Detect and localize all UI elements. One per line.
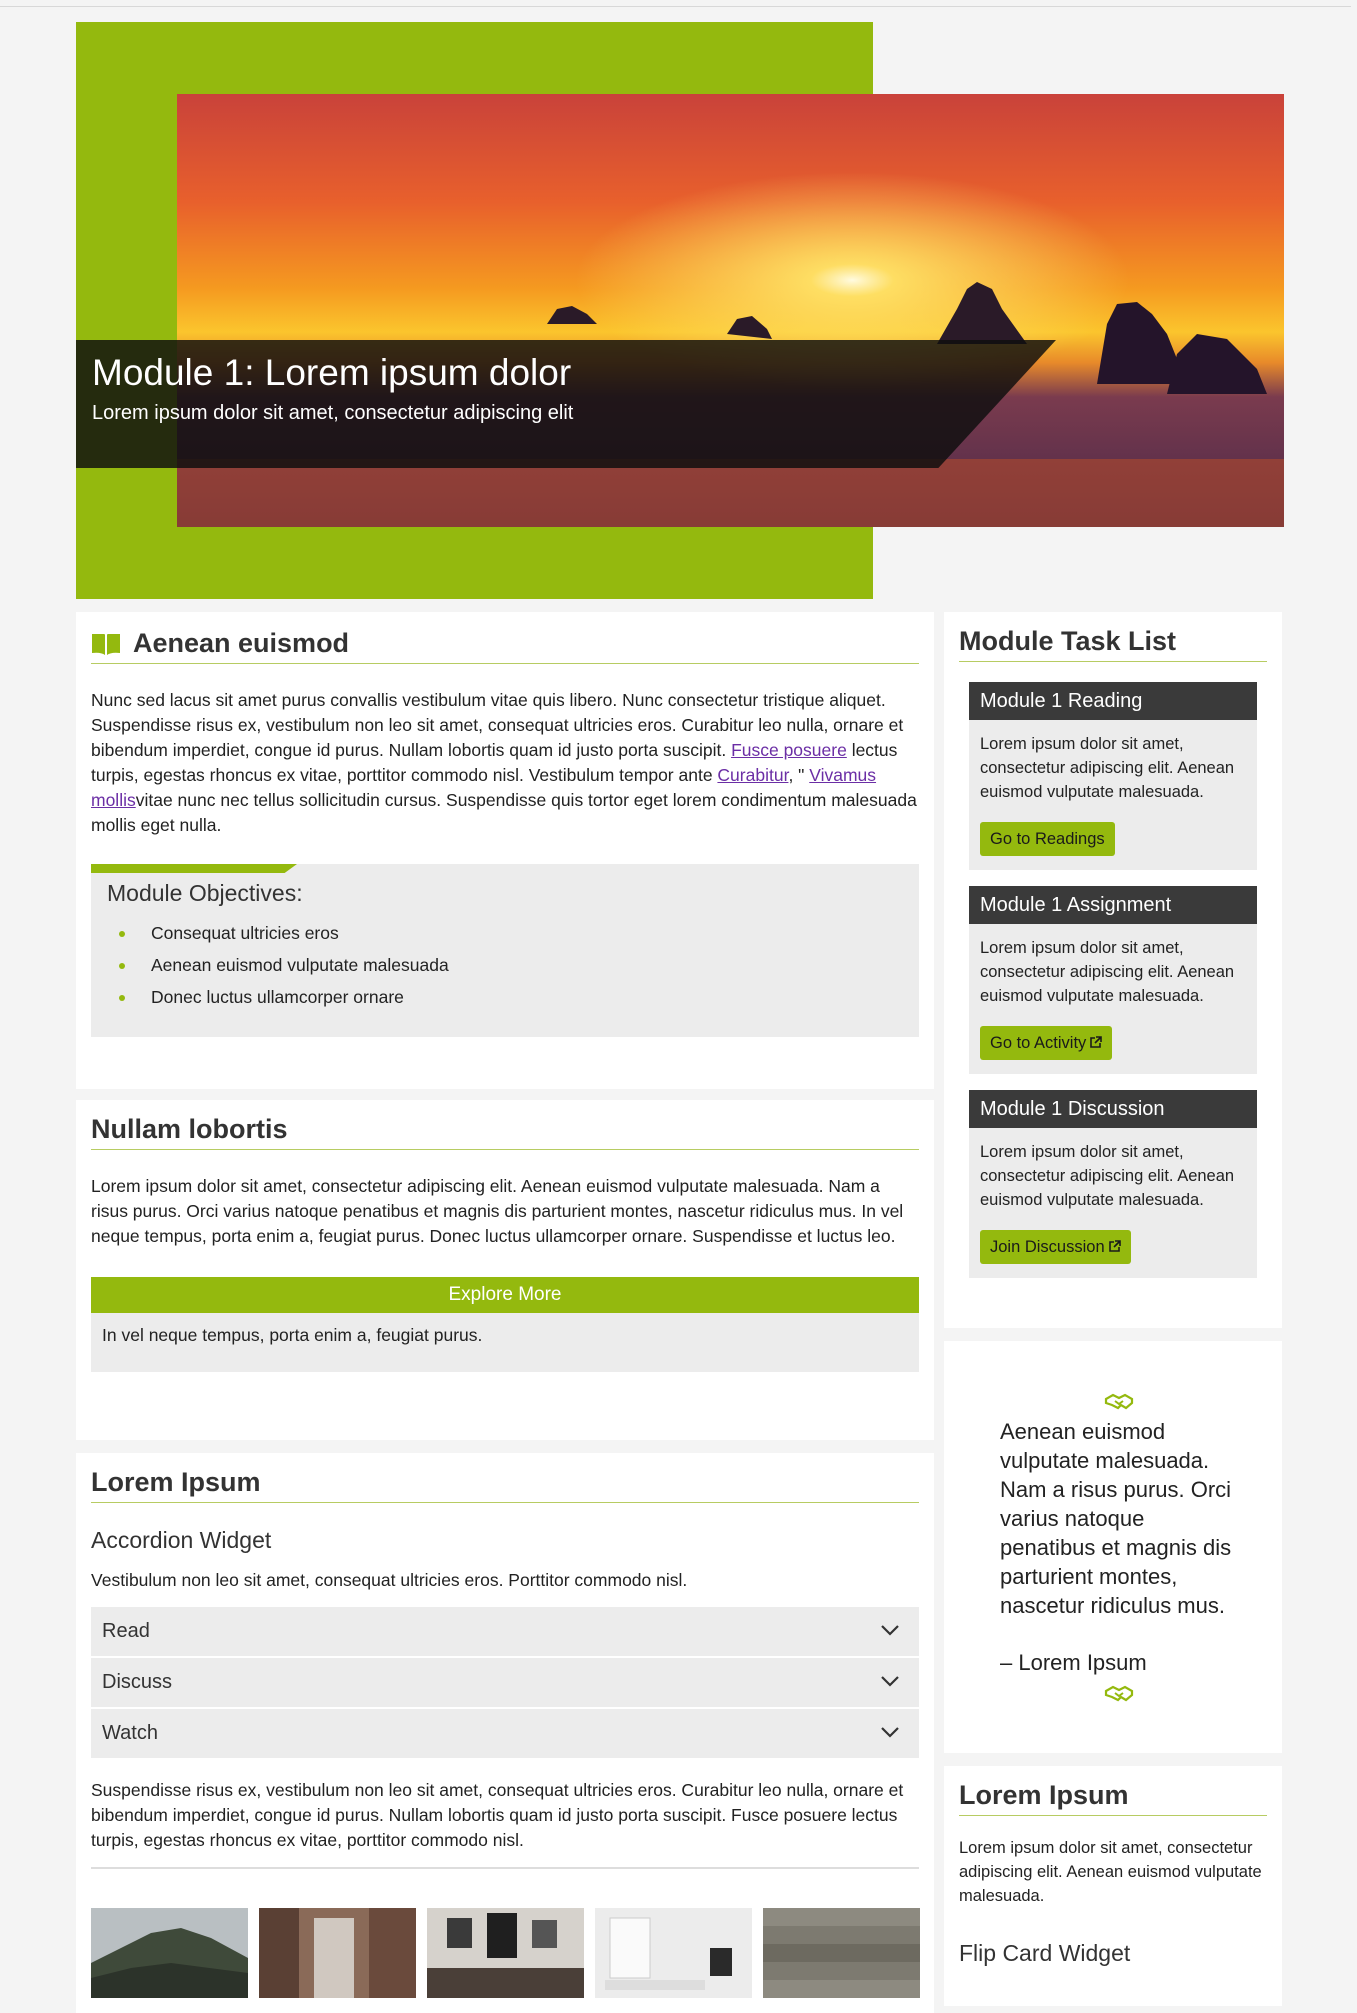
gallery-image-desk[interactable] (595, 1908, 752, 1998)
top-divider (0, 6, 1351, 7)
link-fusce-posuere[interactable]: Fusce posuere (731, 740, 847, 760)
flip-card-panel: Lorem Ipsum Lorem ipsum dolor sit amet, … (944, 1766, 1282, 2006)
task-list-heading: Module Task List (959, 626, 1267, 662)
external-link-icon (1090, 1036, 1103, 1048)
accordion-item-label: Watch (102, 1722, 158, 1744)
page-title: Module 1: Lorem ipsum dolor (92, 352, 572, 393)
accordion-item-discuss[interactable]: Discuss (91, 1658, 919, 1709)
link-curabitur[interactable]: Curabitur (717, 765, 788, 785)
task-card-assignment: Module 1 Assignment Lorem ipsum dolor si… (969, 886, 1257, 1074)
accordion-item-label: Discuss (102, 1671, 173, 1693)
intro-heading: Aenean euismod (91, 628, 919, 664)
intro-panel: Aenean euismod Nunc sed lacus sit amet p… (76, 612, 934, 1089)
go-to-readings-button[interactable]: Go to Readings (980, 822, 1115, 856)
lorem-heading: Lorem Ipsum (91, 1467, 919, 1503)
gallery-image-street[interactable] (259, 1908, 416, 1998)
chevron-down-icon (881, 1727, 899, 1738)
task-card-reading: Module 1 Reading Lorem ipsum dolor sit a… (969, 682, 1257, 870)
task-text: Lorem ipsum dolor sit amet, consectetur … (980, 735, 1235, 801)
gallery-image-wood[interactable] (763, 1908, 920, 1998)
sidebar-lorem-heading: Lorem Ipsum (959, 1780, 1267, 1816)
objective-item: Consequat ultricies eros (119, 923, 903, 944)
accordion: Read Discuss Watch (91, 1607, 919, 1760)
accordion-item-read[interactable]: Read (91, 1607, 919, 1658)
page-subtitle: Lorem ipsum dolor sit amet, consectetur … (92, 402, 574, 424)
chevron-down-icon (881, 1625, 899, 1636)
go-to-activity-button[interactable]: Go to Activity (980, 1026, 1113, 1060)
task-text: Lorem ipsum dolor sit amet, consectetur … (980, 939, 1235, 1005)
objective-item: Aenean euismod vulputate malesuada (119, 955, 903, 976)
nullam-paragraph: Lorem ipsum dolor sit amet, consectetur … (91, 1176, 904, 1246)
gallery-image-cliffs[interactable] (91, 1908, 248, 1998)
accordion-title: Accordion Widget (91, 1527, 272, 1553)
book-icon (92, 633, 120, 655)
join-discussion-button[interactable]: Join Discussion (980, 1230, 1131, 1264)
quote-panel: Aenean euismod vulputate malesuada. Nam … (944, 1341, 1282, 1753)
intro-paragraph: Nunc sed lacus sit amet purus convallis … (91, 688, 919, 838)
lorem-panel: Lorem Ipsum Accordion Widget Vestibulum … (76, 1453, 934, 2013)
objectives-list: Consequat ultricies eros Aenean euismod … (107, 923, 903, 1008)
objective-item: Donec luctus ullamcorper ornare (119, 987, 903, 1008)
nullam-panel: Nullam lobortis Lorem ipsum dolor sit am… (76, 1100, 934, 1440)
quote-author: – Lorem Ipsum (1000, 1650, 1147, 1675)
explore-more-body: In vel neque tempus, porta enim a, feugi… (91, 1313, 919, 1372)
sidebar-lorem-text: Lorem ipsum dolor sit amet, consectetur … (959, 1839, 1262, 1905)
task-card-discussion: Module 1 Discussion Lorem ipsum dolor si… (969, 1090, 1257, 1278)
explore-more-header[interactable]: Explore More (91, 1277, 919, 1313)
intro-text-3: , " (788, 765, 810, 785)
intro-heading-text: Aenean euismod (133, 628, 350, 658)
task-list-panel: Module Task List Module 1 Reading Lorem … (944, 612, 1282, 1328)
quote-text: Aenean euismod vulputate malesuada. Nam … (1000, 1419, 1232, 1618)
intro-text-4: vitae nunc nec tellus sollicitudin cursu… (91, 790, 917, 835)
external-link-icon (1108, 1240, 1121, 1252)
accordion-intro: Vestibulum non leo sit amet, consequat u… (91, 1570, 688, 1590)
handshake-icon (1104, 1393, 1133, 1410)
nullam-heading: Nullam lobortis (91, 1114, 919, 1150)
image-gallery (91, 1908, 920, 1998)
objectives-title: Module Objectives: (107, 880, 303, 906)
accordion-item-label: Read (102, 1620, 150, 1642)
button-label: Join Discussion (990, 1238, 1105, 1256)
handshake-icon (1104, 1685, 1133, 1702)
task-title: Module 1 Discussion (969, 1090, 1257, 1128)
button-label: Go to Activity (990, 1034, 1087, 1052)
accordion-after-text: Suspendisse risus ex, vestibulum non leo… (91, 1778, 919, 1869)
chevron-down-icon (881, 1676, 899, 1687)
flip-card-title: Flip Card Widget (959, 1940, 1131, 1966)
objectives-box: Module Objectives: Consequat ultricies e… (91, 864, 919, 1037)
task-title: Module 1 Reading (969, 682, 1257, 720)
gallery-image-shop[interactable] (427, 1908, 584, 1998)
task-title: Module 1 Assignment (969, 886, 1257, 924)
task-text: Lorem ipsum dolor sit amet, consectetur … (980, 1143, 1235, 1209)
hero-banner: Module 1: Lorem ipsum dolor Lorem ipsum … (76, 340, 1056, 468)
accordion-item-watch[interactable]: Watch (91, 1709, 919, 1760)
